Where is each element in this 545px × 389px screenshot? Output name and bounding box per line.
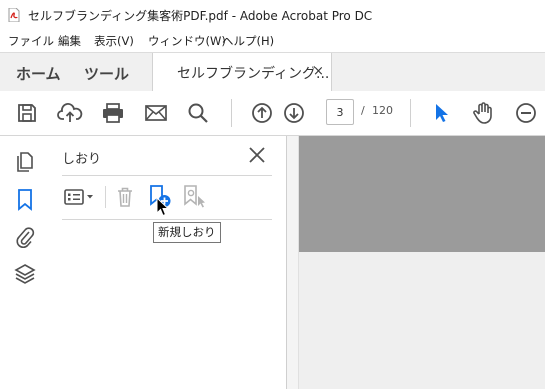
options-menu-button[interactable] [62,184,98,210]
zoom-out-button[interactable] [512,99,540,127]
panel-divider [62,219,272,220]
hand-tool-button[interactable] [469,99,497,127]
menu-window[interactable]: ウィンドウ(W) [148,33,226,49]
cloud-upload-icon [57,103,83,122]
navigation-rail [0,136,49,389]
menu-bar: ファイル 編集 表示(V) ウィンドウ(W) ヘルプ(H) [0,30,545,52]
print-button[interactable] [99,99,127,127]
close-tab-icon[interactable]: × [313,64,324,79]
acrobat-app-icon [8,8,20,22]
tab-bar: ホーム ツール セルフブランディング... × [0,52,545,92]
paperclip-icon [16,227,35,248]
delete-bookmark-button[interactable] [112,184,138,210]
tab-document[interactable]: セルフブランディング... × [152,53,332,91]
arrow-down-circle-icon [284,103,304,123]
next-page-button[interactable] [280,99,308,127]
page-number-input[interactable]: 3 [326,99,354,125]
search-button[interactable] [184,99,212,127]
tab-tools[interactable]: ツール [84,63,129,84]
panel-divider [62,175,272,176]
menu-help[interactable]: ヘルプ(H) [222,33,274,49]
list-options-icon [64,189,93,205]
panel-title: しおり [62,152,102,167]
menu-view[interactable]: 表示(V) [94,33,134,49]
document-background [299,136,545,252]
zoom-out-icon [516,103,536,123]
page-thumbnails-button[interactable] [12,149,38,175]
close-icon [249,147,265,163]
toolbar-divider [105,186,106,208]
mouse-cursor-icon [156,197,170,217]
document-page[interactable] [299,252,545,389]
menu-edit[interactable]: 編集 [58,33,81,49]
envelope-icon [145,105,167,121]
layers-icon [14,264,36,284]
bookmark-settings-icon [184,185,205,208]
close-panel-button[interactable] [246,144,268,166]
bookmark-icon [18,189,32,211]
email-button[interactable] [142,99,170,127]
page-separator: / [361,104,365,117]
save-icon [18,104,36,122]
printer-icon [103,103,123,123]
document-margin-strip [287,136,299,389]
pages-icon [17,152,33,172]
page-total: 120 [372,104,393,117]
bookmark-properties-button[interactable] [180,184,208,210]
window-title: セルフブランディング集客術PDF.pdf - Adobe Acrobat Pro… [28,9,373,23]
bookmarks-button[interactable] [12,187,38,213]
toolbar: 3 / 120 [0,91,545,136]
trash-icon [118,187,132,207]
search-icon [188,103,208,123]
title-bar: セルフブランディング集客術PDF.pdf - Adobe Acrobat Pro… [0,0,545,31]
toolbar-divider [231,99,232,127]
toolbar-divider [410,99,411,127]
attachments-button[interactable] [12,224,38,250]
menu-file[interactable]: ファイル [8,33,54,49]
hand-icon [473,102,492,124]
tooltip: 新規しおり [153,222,221,243]
arrow-up-circle-icon [252,103,272,123]
arrow-pointer-icon [436,104,448,122]
cloud-upload-button[interactable] [56,99,84,127]
previous-page-button[interactable] [248,99,276,127]
tab-home[interactable]: ホーム [16,63,61,84]
save-button[interactable] [13,99,41,127]
bookmarks-panel: しおり [48,136,287,389]
layers-button[interactable] [12,261,38,287]
select-tool-button[interactable] [427,99,455,127]
document-tab-label: セルフブランディング... [177,66,330,82]
